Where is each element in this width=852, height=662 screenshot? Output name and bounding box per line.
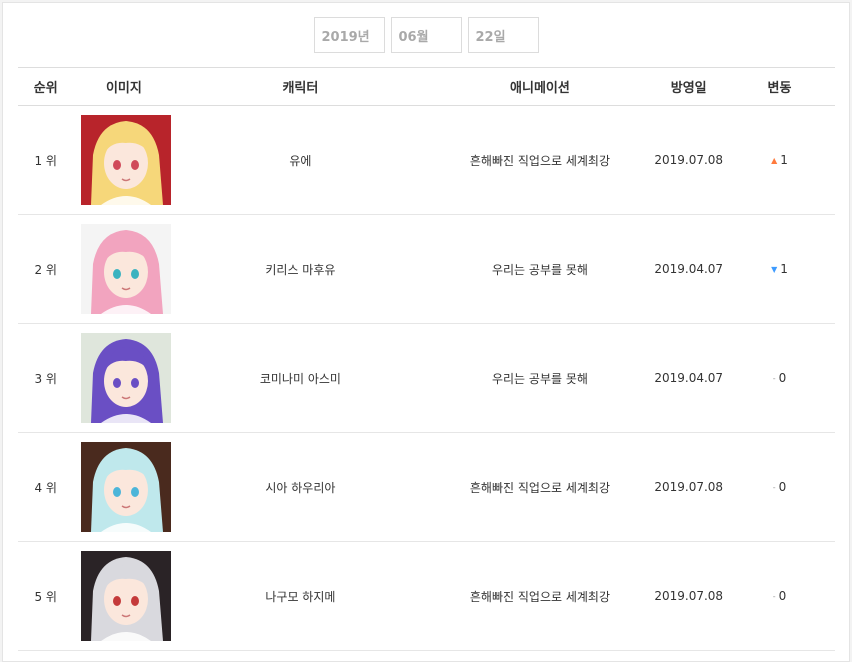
change-value: 0: [778, 371, 787, 385]
ranking-table: 순위 이미지 캐릭터 애니메이션 방영일 변동 1 위 유에 흔해빠진 직업으로…: [18, 67, 835, 651]
animation-title[interactable]: 흔해빠진 직업으로 세계최강: [426, 541, 654, 651]
character-name[interactable]: 나구모 하지메: [174, 541, 427, 651]
date-selector: 2019년 06월 22일: [3, 17, 849, 53]
header-image: 이미지: [73, 67, 175, 106]
character-name[interactable]: 코미나미 아스미: [174, 323, 427, 433]
month-select[interactable]: 06월: [390, 17, 462, 53]
ranking-panel: 2019년 06월 22일 순위 이미지 캐릭터 애니메이션 방영일 변동 1 …: [2, 2, 850, 662]
rank-cell: 3 위: [18, 323, 74, 433]
rank-change: ▼ 1: [724, 214, 835, 324]
air-date: 2019.07.08: [653, 432, 725, 542]
table-row[interactable]: 5 위 나구모 하지메 흔해빠진 직업으로 세계최강 2019.07.08 -0: [18, 541, 835, 651]
image-cell: [73, 323, 175, 433]
table-row[interactable]: 4 위 시아 하우리아 흔해빠진 직업으로 세계최강 2019.07.08 -0: [18, 432, 835, 542]
character-portrait-icon: [81, 224, 172, 314]
character-name[interactable]: 유에: [174, 105, 427, 215]
rank-change: -0: [724, 323, 835, 433]
change-same-icon: -: [772, 374, 776, 383]
table-body: 1 위 유에 흔해빠진 직업으로 세계최강 2019.07.08 ▲ 1 2 위…: [18, 105, 835, 651]
change-value: 1: [780, 262, 788, 276]
rank-cell: 4 위: [18, 432, 74, 542]
year-select[interactable]: 2019년: [313, 17, 385, 53]
change-down-icon: ▼: [771, 265, 778, 274]
animation-title[interactable]: 우리는 공부를 못해: [426, 323, 654, 433]
header-air-date: 방영일: [653, 67, 725, 106]
change-value: 0: [778, 589, 787, 603]
image-cell: [73, 432, 175, 542]
rank-change: -0: [724, 432, 835, 542]
air-date: 2019.07.08: [653, 541, 725, 651]
character-portrait-icon: [81, 442, 172, 532]
rank-cell: 5 위: [18, 541, 74, 651]
rank-cell: 1 위: [18, 105, 74, 215]
air-date: 2019.07.08: [653, 105, 725, 215]
air-date: 2019.04.07: [653, 323, 725, 433]
character-thumbnail[interactable]: [81, 551, 172, 641]
character-portrait-icon: [81, 333, 172, 423]
header-change: 변동: [724, 67, 835, 106]
character-thumbnail[interactable]: [81, 115, 172, 205]
table-row[interactable]: 1 위 유에 흔해빠진 직업으로 세계최강 2019.07.08 ▲ 1: [18, 105, 835, 215]
change-up-icon: ▲: [771, 156, 778, 165]
header-rank: 순위: [18, 67, 74, 106]
rank-change: ▲ 1: [724, 105, 835, 215]
change-value: 1: [780, 153, 788, 167]
table-row[interactable]: 2 위 키리스 마후유 우리는 공부를 못해 2019.04.07 ▼ 1: [18, 214, 835, 324]
animation-title[interactable]: 흔해빠진 직업으로 세계최강: [426, 432, 654, 542]
change-same-icon: -: [772, 592, 776, 601]
air-date: 2019.04.07: [653, 214, 725, 324]
character-thumbnail[interactable]: [81, 333, 172, 423]
header-character: 캐릭터: [174, 67, 427, 106]
character-thumbnail[interactable]: [81, 442, 172, 532]
image-cell: [73, 214, 175, 324]
table-row[interactable]: 3 위 코미나미 아스미 우리는 공부를 못해 2019.04.07 -0: [18, 323, 835, 433]
image-cell: [73, 105, 175, 215]
change-value: 0: [778, 480, 787, 494]
rank-change: -0: [724, 541, 835, 651]
day-select[interactable]: 22일: [467, 17, 539, 53]
header-animation: 애니메이션: [426, 67, 654, 106]
character-thumbnail[interactable]: [81, 224, 172, 314]
character-portrait-icon: [81, 115, 172, 205]
animation-title[interactable]: 흔해빠진 직업으로 세계최강: [426, 105, 654, 215]
change-same-icon: -: [772, 483, 776, 492]
table-header: 순위 이미지 캐릭터 애니메이션 방영일 변동: [18, 67, 835, 106]
animation-title[interactable]: 우리는 공부를 못해: [426, 214, 654, 324]
rank-cell: 2 위: [18, 214, 74, 324]
character-portrait-icon: [81, 551, 172, 641]
character-name[interactable]: 시아 하우리아: [174, 432, 427, 542]
image-cell: [73, 541, 175, 651]
character-name[interactable]: 키리스 마후유: [174, 214, 427, 324]
